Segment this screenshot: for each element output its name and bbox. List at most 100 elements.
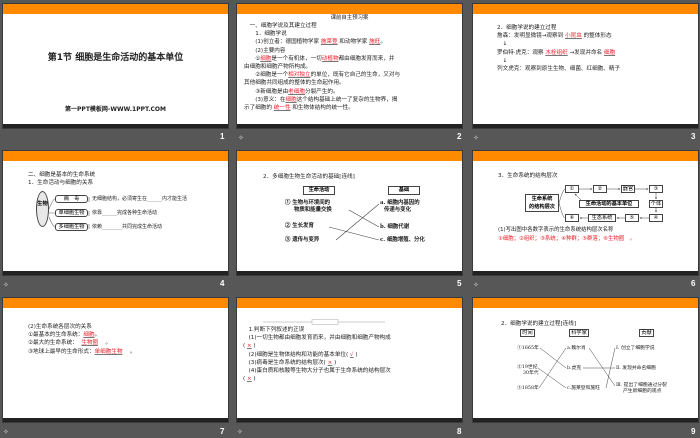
text-segment: 一、细胞学说及其建立过程 [244,23,317,29]
header-bar [237,298,462,308]
left-item-1a: ① 生物与环境间的 [285,200,331,206]
text-segment: 。 [380,39,386,46]
root-line-1: 生命系统 [531,196,553,202]
text-segment: (2)细胞是生物体结构和功能的基本单位( [243,351,350,358]
text-segment: ①最基本的生命系统： [28,332,84,339]
text-segment: ②最大的生命系统： [28,340,82,347]
unicellular-desc: 依靠______完成各种生命活动 [92,210,158,216]
header-bar [473,151,698,161]
text-segment: 2．多细胞生物生命活动的基础[连线] [263,174,355,180]
slide-thumbnail-4[interactable]: 二、细胞是基本的生命系统 1．生命活动与细胞的关系 生物 病 毒 单细胞生物 多细… [2,150,229,276]
text-segment: 其他细胞共同组成的整体的生命起作用。 [244,80,345,87]
text-line: (2)主要内容 [244,47,454,55]
footer-bar [237,271,462,275]
contribution-3b: 产生新细胞的观点 [623,389,662,394]
text-line: 詹森：发明显微镜→观察到 小昆虫 的整体形态 [497,32,690,40]
slide-thumbnail-2[interactable]: 课前自主预习案 一、细胞学说及其建立过程 1．细胞学说 (1)创立者：德国植物学… [236,3,463,129]
answer-text: 细胞 [603,49,616,56]
text-segment: 分裂产生的。 [304,88,339,95]
slide-number: 8 [457,427,462,436]
text-line: 2．细胞学说的建立过程[连线] [501,320,690,328]
scientist-c: c.施莱登和施旺 [567,386,600,391]
contribution-2: Ⅱ. 发现并命名细胞 [616,366,656,371]
text-segment: 2．细胞学说的建立过程[连线] [501,321,577,327]
text-line: 一、细胞学说及其建立过程 [244,22,454,30]
unicellular-box: 单细胞生物 [55,209,88,217]
contribution-header: 贡献 [639,329,654,337]
basic-unit-note: 生命活动的基本单位 [579,200,639,208]
text-segment: ；② [513,236,524,242]
text-line: 1.判断下列叙述的正误 [243,326,454,334]
text-segment: 这个结构基础上统一了复杂的生物界，揭 [296,96,398,103]
left-item-1b: 物质和能量交换 [294,207,332,213]
text-line: ②最大的生命系统： 生物圈 。 [28,339,220,347]
animation-icon[interactable]: ✧ [237,428,243,436]
slide-thumbnail-9[interactable]: 2．细胞学说的建立过程[连线] 时间 科学家 贡献 ①1665年 ②19世纪 3… [472,297,699,423]
header-bar [237,151,462,161]
header-bar [473,4,698,14]
slide-title: 第1节 细胞是生命活动的基本单位 [47,53,184,63]
slide-text: 1.判断下列叙述的正误 (1)一切生物都由细胞发育而来，并由细胞和细胞产物构成 (… [243,326,454,383]
text-segment: 的整体形态 [581,33,612,40]
footer-bar [3,418,228,422]
slide-text: (2)生命系统各层次的关系 ①最基本的生命系统：细胞。 ②最大的生命系统： 生物圈 … [28,323,220,356]
slide-text: 一、细胞学说及其建立过程 1．细胞学说 (1)创立者：德国植物学家 施莱登 和动… [244,22,454,112]
text-segment: 。 [98,340,112,347]
slide-text: 2．细胞学说的建立过程[连线] [501,320,690,328]
text-segment: (2)生命系统各层次的关系 [28,324,92,330]
answer-text: 施莱登 [320,39,338,46]
text-line: 2．细胞学说的建立过程 [497,24,690,32]
contribution-1: Ⅰ. 创立了细胞学说 [616,346,655,351]
slide-thumbnail-8[interactable]: 1.判断下列叙述的正误 (1)一切生物都由细胞发育而来，并由细胞和细胞产物构成 (… [236,297,463,423]
connector-lines [537,347,616,389]
time-1: ①1665年 [517,346,539,351]
text-line: 1．生命活动与细胞的关系 [28,179,220,187]
text-line: (3)意义：在细胞这个结构基础上统一了复杂的生物界，揭 [244,96,454,104]
animation-icon[interactable]: ✧ [3,428,9,436]
text-segment: ；④ [555,236,566,242]
text-segment: 是一个有机体，一切 [271,55,322,62]
text-line: (1)创立者：德国植物学家 施莱登 和动物学家 施旺。 [244,38,454,46]
text-line: 由细胞和细胞产物所构成。 [244,63,454,71]
answer-text: 细胞 [83,332,95,339]
animation-icon[interactable]: ✧ [3,281,9,289]
answer-text: 小昆虫 [565,33,582,40]
animation-icon[interactable]: ✧ [473,134,479,142]
slide-text: 2．细胞学说的建立过程 詹森：发明显微镜→观察到 小昆虫 的整体形态 ↓ 罗伯特·虎… [497,24,690,73]
text-segment: (1)创立者：德国植物学家 [244,39,321,46]
node-6: ⑥ [565,214,579,222]
text-line: 3．生命系统的结构层次 [498,172,690,180]
answer-text: 细胞 [260,55,272,62]
text-segment: 2．细胞学说的建立过程 [497,25,557,31]
text-segment: (3)病毒是生命系统的结构层次( [243,359,328,366]
answer-text: 生物圈 [81,340,99,347]
slide-thumbnail-3[interactable]: 2．细胞学说的建立过程 詹森：发明显微镜→观察到 小昆虫 的整体形态 ↓ 罗伯特·虎… [472,3,699,129]
text-line: (2)生命系统各层次的关系 [28,323,220,331]
slide-text: 二、细胞是基本的生命系统 1．生命活动与细胞的关系 [28,171,220,187]
text-line: 其他细胞共同组成的整体的生命起作用。 [244,79,454,87]
slide-thumbnail-5[interactable]: 2．多细胞生物生命活动的基础[连线] 生命活动 基础 ① 生物与环境间的 物质和… [236,150,463,276]
text-line: (4)蛋白质和核酸等生物大分子也属于生命系统的结构层次 [243,367,454,375]
slide-thumbnail-7[interactable]: (2)生命系统各层次的关系 ①最基本的生命系统：细胞。 ②最大的生命系统： 生物圈 … [2,297,229,423]
animation-icon[interactable]: ✧ [473,281,479,289]
virus-desc: 无细胞结构，必须寄生在______内才能生活 [92,196,188,202]
header-bar [3,151,228,161]
slide-thumbnail-6[interactable]: 3．生命系统的结构层次 生命系统 的结构层次 ① ② 器官 ③ 个体 ④ ⑤ 生态… [472,150,699,276]
text-segment: (1)一切生物都由细胞发育而来，并由细胞和细胞产物构成 [243,335,391,342]
text-segment: 詹森：发明显微镜→观察到 [497,33,565,40]
text-segment: ) [251,343,256,350]
life-activity-header: 生命活动 [303,186,335,195]
footer-bar [237,124,462,128]
connector-lines [328,203,380,241]
slide-thumbnail-1[interactable]: 第1节 细胞是生命活动的基本单位 第一PPT模板网-WWW.1PPT.COM [2,3,229,129]
text-line: 二、细胞是基本的生命系统 [28,171,220,179]
slide-number: 3 [691,132,696,141]
virus-box: 病 毒 [55,195,88,203]
node-organ: 器官 [621,185,635,193]
animation-icon[interactable]: ✧ [238,134,244,142]
slide-text: 2．多细胞生物生命活动的基础[连线] [263,173,454,181]
hierarchy-arrows [558,188,657,219]
text-segment: (2)主要内容 [244,47,286,54]
node-3: ③ [649,185,663,193]
slide-heading: 课前自主预习案 [330,15,369,21]
